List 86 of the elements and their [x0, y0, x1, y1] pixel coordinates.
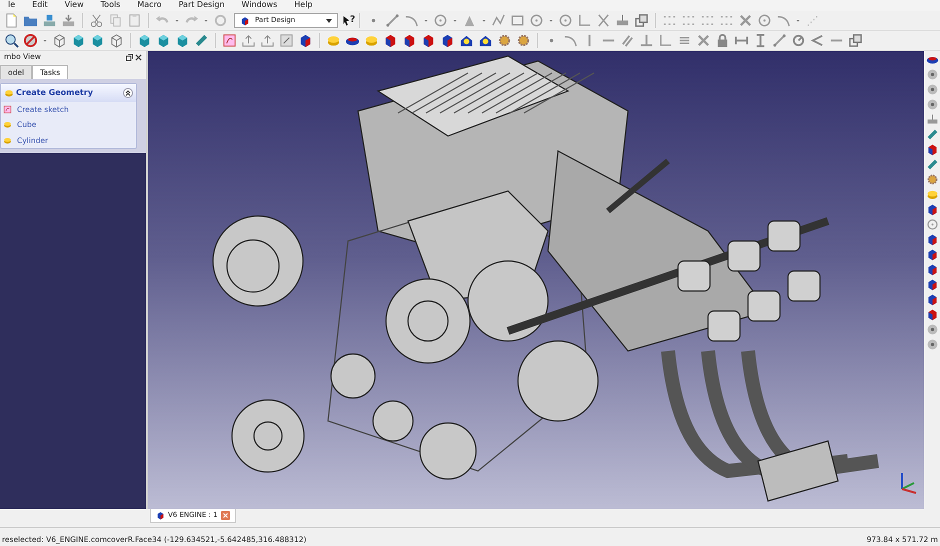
lock-icon[interactable]	[715, 33, 730, 48]
cube-icon[interactable]	[926, 293, 938, 306]
solid-icon[interactable]	[383, 33, 398, 48]
whats-this-button[interactable]: ?	[342, 13, 356, 28]
float-icon[interactable]	[126, 54, 133, 60]
save-icon[interactable]	[42, 13, 57, 28]
close-icon[interactable]	[135, 54, 142, 60]
pulley-icon[interactable]	[926, 68, 938, 81]
gear-icon[interactable]	[926, 173, 938, 186]
pulley-icon[interactable]	[926, 98, 938, 111]
arc-icon[interactable]	[776, 13, 792, 28]
parallel-icon[interactable]	[620, 33, 635, 48]
circle-icon[interactable]	[433, 13, 448, 28]
menu-item[interactable]: Part Design	[170, 0, 234, 11]
caret-icon	[326, 18, 332, 24]
clipboard-icon[interactable]	[127, 13, 142, 28]
cube-icon[interactable]	[90, 33, 105, 48]
gear-icon[interactable]	[516, 33, 531, 48]
zoom-icon[interactable]	[4, 33, 19, 48]
cube-icon[interactable]	[926, 278, 938, 291]
solid-icon[interactable]	[926, 308, 938, 321]
scissors-icon[interactable]	[89, 13, 104, 28]
trim-icon[interactable]	[596, 13, 612, 28]
upload-icon[interactable]	[260, 33, 275, 48]
solid-icon[interactable]	[421, 33, 436, 48]
menu-item[interactable]: View	[56, 0, 93, 11]
task-title: Create Geometry	[16, 87, 94, 99]
angle-icon[interactable]	[810, 33, 825, 48]
polyline-icon[interactable]	[491, 13, 506, 28]
menu-item[interactable]: Edit	[24, 0, 57, 11]
cross-icon[interactable]	[738, 13, 754, 28]
sketch-icon	[3, 105, 12, 114]
collapse-icon[interactable]	[123, 88, 133, 98]
solid-icon[interactable]	[478, 33, 493, 48]
pulley-icon[interactable]	[926, 323, 938, 336]
windows-icon[interactable]	[848, 33, 863, 48]
axis-icon	[901, 473, 916, 494]
menu-item[interactable]: Tools	[92, 0, 130, 11]
part-icon	[4, 88, 14, 98]
solid-icon[interactable]	[459, 33, 474, 48]
ruler-icon[interactable]	[194, 33, 209, 48]
sketch-icon[interactable]	[222, 33, 237, 48]
cube-icon[interactable]	[137, 33, 152, 48]
perpendicular-icon[interactable]	[639, 33, 654, 48]
new-file-icon[interactable]	[4, 13, 19, 28]
cube-icon[interactable]	[52, 33, 67, 48]
cube-icon[interactable]	[926, 263, 938, 276]
rectangle-icon[interactable]	[510, 13, 526, 28]
gear-icon[interactable]	[497, 33, 512, 48]
fillet-icon[interactable]	[577, 13, 592, 28]
dashed-icon[interactable]	[700, 13, 716, 28]
menu-item[interactable]: Help	[286, 0, 322, 11]
line-icon[interactable]	[385, 13, 400, 28]
radius-icon[interactable]	[791, 33, 806, 48]
pulley-icon[interactable]	[926, 338, 938, 351]
arc-icon[interactable]	[563, 33, 578, 48]
no-draw-icon[interactable]	[23, 33, 38, 48]
menu-item[interactable]: le	[0, 0, 24, 11]
ruler-icon[interactable]	[926, 158, 938, 171]
arc-icon[interactable]	[404, 13, 420, 28]
dashed-icon[interactable]	[662, 13, 678, 28]
menu-item[interactable]: Macro	[129, 0, 171, 11]
download-icon[interactable]	[61, 13, 76, 28]
cube-icon[interactable]	[156, 33, 171, 48]
cube-icon[interactable]	[926, 248, 938, 261]
cube-icon[interactable]	[175, 33, 190, 48]
circle-icon[interactable]	[757, 13, 772, 28]
cube-icon	[240, 16, 250, 26]
cube-icon[interactable]	[926, 203, 938, 216]
copy-icon[interactable]	[108, 13, 123, 28]
windows-icon[interactable]	[634, 13, 650, 28]
solid-icon[interactable]	[402, 33, 417, 48]
circle-icon[interactable]	[529, 13, 544, 28]
cube-icon[interactable]	[71, 33, 86, 48]
dashed-icon[interactable]	[681, 13, 696, 28]
pulley-icon[interactable]	[926, 83, 938, 96]
cube-icon[interactable]	[440, 33, 455, 48]
upload-icon[interactable]	[241, 33, 256, 48]
ruler-icon[interactable]	[926, 128, 938, 141]
menu-item[interactable]: Windows	[234, 0, 286, 11]
cube-icon[interactable]	[109, 33, 124, 48]
document-icon	[156, 510, 165, 520]
solid-icon[interactable]	[926, 143, 938, 156]
cube-icon[interactable]	[926, 233, 938, 246]
dashed-icon[interactable]	[719, 13, 734, 28]
cube-icon[interactable]	[298, 33, 313, 48]
